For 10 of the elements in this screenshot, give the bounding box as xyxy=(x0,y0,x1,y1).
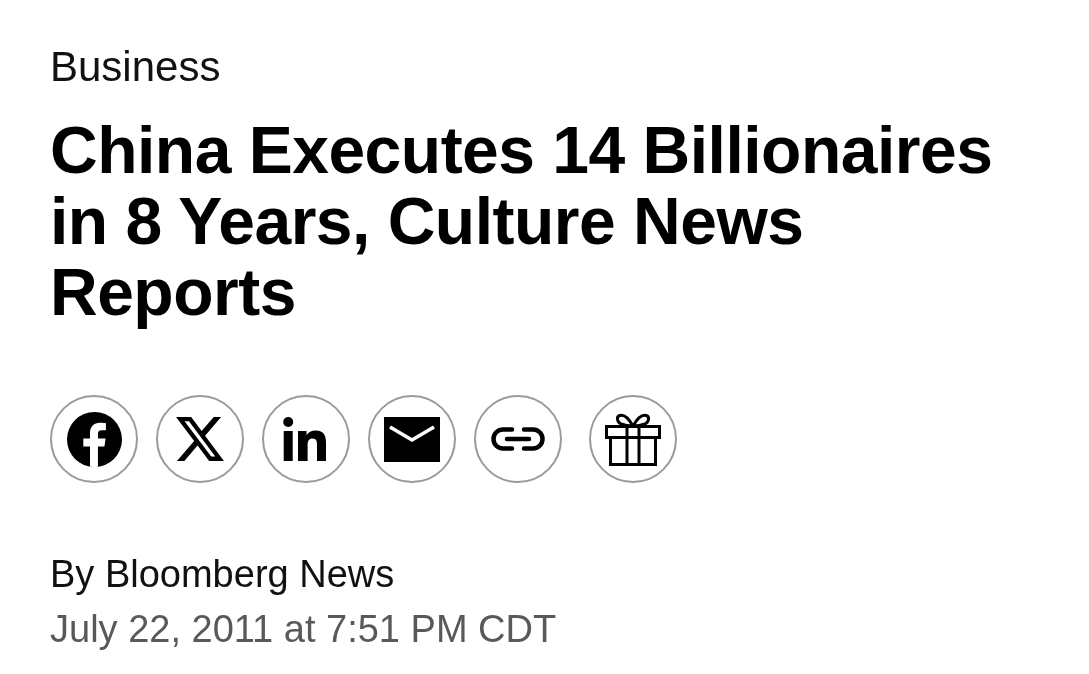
link-icon xyxy=(490,426,546,452)
mail-icon xyxy=(384,416,440,462)
section-label: Business xyxy=(50,42,221,92)
byline: By Bloomberg News xyxy=(50,552,395,597)
linkedin-icon xyxy=(283,417,329,461)
publish-timestamp: July 22, 2011 at 7:51 PM CDT xyxy=(50,607,557,652)
facebook-icon xyxy=(66,411,122,467)
x-logo-icon xyxy=(176,417,224,461)
gift-icon xyxy=(605,412,661,466)
headline: China Executes 14 Billionaires in 8 Years, Culture News Reports xyxy=(50,115,994,328)
